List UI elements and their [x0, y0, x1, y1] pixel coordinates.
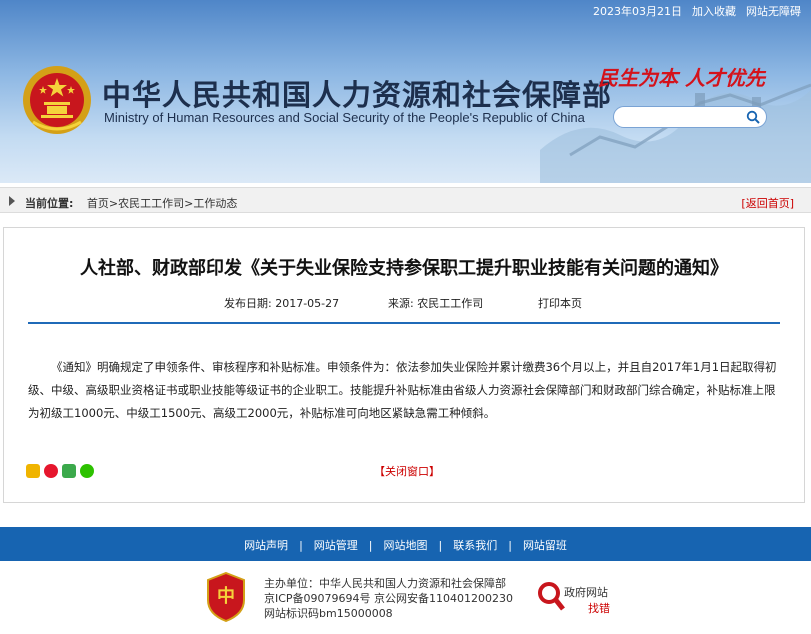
national-emblem-icon: [23, 66, 91, 134]
footer-link-duty[interactable]: 网站留班: [523, 539, 567, 552]
article-card: 人社部、财政部印发《关于失业保险支持参保职工提升职业技能有关问题的通知》 发布日…: [3, 227, 805, 503]
footer-nav: 网站声明 | 网站管理 | 网站地图 | 联系我们 | 网站留班: [0, 527, 811, 561]
party-government-badge-icon[interactable]: 中: [206, 572, 246, 622]
breadcrumb-home[interactable]: 首页: [87, 197, 109, 210]
qzone-icon[interactable]: [26, 464, 40, 478]
breadcrumb-label: 当前位置:: [25, 197, 74, 210]
footer-host: 主办单位：中华人民共和国人力资源和社会保障部: [264, 577, 506, 590]
footer-link-statement[interactable]: 网站声明: [244, 539, 288, 552]
add-favorite-link[interactable]: 加入收藏: [692, 3, 736, 19]
accessibility-link[interactable]: 网站无障碍: [746, 3, 801, 19]
breadcrumb-department[interactable]: 农民工工作司: [118, 197, 184, 210]
breadcrumb-work-news[interactable]: 工作动态: [193, 197, 237, 210]
title-divider: [28, 322, 780, 324]
breadcrumb-bar: 当前位置: 首页>农民工工作司>工作动态 [返回首页]: [0, 187, 811, 213]
douban-icon[interactable]: [62, 464, 76, 478]
find-error-label-top: 政府网站: [564, 586, 608, 599]
footer-separator: |: [438, 539, 443, 552]
footer-icp: 京ICP备09079694号 京公网安备110401200230: [264, 592, 514, 605]
weibo-icon[interactable]: [44, 464, 58, 478]
article-source: 来源: 农民工工作司: [388, 297, 484, 310]
footer-separator: |: [368, 539, 373, 552]
magnifier-icon: [538, 582, 565, 611]
breadcrumb-separator: >: [108, 197, 119, 210]
find-error-button[interactable]: 政府网站 找错: [536, 580, 626, 616]
footer-link-contact[interactable]: 联系我们: [453, 539, 497, 552]
site-title: 中华人民共和国人力资源和社会保障部: [102, 78, 613, 112]
publish-date: 发布日期: 2017-05-27: [224, 297, 340, 310]
breadcrumb-separator: >: [184, 197, 194, 210]
footer-info: 主办单位：中华人民共和国人力资源和社会保障部 京ICP备09079694号 京公…: [264, 576, 513, 621]
site-slogan: 民生为本 人才优先: [598, 66, 765, 90]
wechat-icon[interactable]: [80, 464, 94, 478]
search-box: [613, 106, 767, 128]
search-icon[interactable]: [746, 110, 760, 124]
footer-separator: |: [299, 539, 303, 552]
back-to-home-link[interactable]: [返回首页]: [741, 195, 794, 211]
footer-site-id: 网站标识码bm15000008: [264, 607, 393, 620]
site-subtitle: Ministry of Human Resources and Social S…: [104, 110, 585, 125]
svg-text:中: 中: [217, 585, 235, 607]
site-header: 2023年03月21日 加入收藏 网站无障碍 中华人民共和国人力资源和社会保障部…: [0, 0, 811, 183]
footer-link-sitemap[interactable]: 网站地图: [384, 539, 428, 552]
triangle-right-icon: [9, 196, 15, 206]
current-date: 2023年03月21日: [593, 5, 682, 18]
article-title: 人社部、财政部印发《关于失业保险支持参保职工提升职业技能有关问题的通知》: [80, 258, 728, 279]
breadcrumb: 当前位置: 首页>农民工工作司>工作动态: [25, 195, 237, 211]
print-page-link[interactable]: 打印本页: [538, 295, 582, 311]
article-body: 《通知》明确规定了申领条件、审核程序和补贴标准。申领条件为：依法参加失业保险并累…: [28, 360, 777, 420]
footer-link-management[interactable]: 网站管理: [314, 539, 358, 552]
close-window-link[interactable]: 【关闭窗口】: [374, 463, 440, 479]
top-utility-bar: 2023年03月21日 加入收藏 网站无障碍: [593, 3, 801, 19]
footer-separator: |: [508, 539, 512, 552]
search-input[interactable]: [624, 107, 752, 127]
share-bar: [26, 464, 94, 478]
find-error-label-bottom: 找错: [588, 602, 610, 615]
